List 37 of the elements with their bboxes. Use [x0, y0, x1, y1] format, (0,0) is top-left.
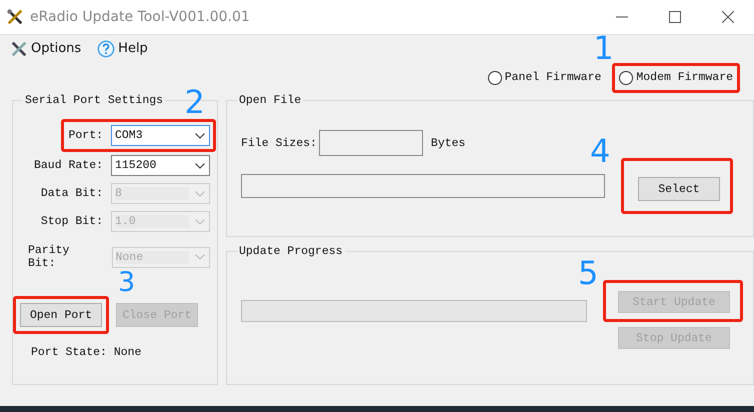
radio-button[interactable]: Modem Firmware [619, 70, 733, 84]
chevron-icon [195, 162, 205, 168]
radio-button[interactable]: Panel Firmware [488, 70, 602, 84]
callout-number: 3 [118, 272, 136, 295]
field-label: Parity Bit: [28, 244, 70, 270]
maximize-icon[interactable] [669, 11, 681, 23]
file-size-field[interactable] [318, 130, 423, 156]
chevron-icon [195, 190, 205, 196]
window-title: eRadio Update Tool-V001.00.01 [30, 9, 250, 25]
port-button[interactable]: Open Port [20, 303, 102, 327]
menu-item[interactable]: Help [97, 40, 148, 58]
callout-number: 5 [578, 257, 598, 289]
field-label: Port: [68, 129, 103, 142]
unit-label: Bytes [430, 136, 466, 150]
chevron-icon [195, 218, 205, 224]
chevron-icon [195, 132, 205, 138]
help-icon [97, 40, 116, 58]
group-title: Serial Port Settings [24, 94, 164, 107]
group-title: Open File [238, 94, 302, 107]
tools-icon [10, 40, 28, 58]
callout-number: 2 [184, 86, 205, 118]
tools-icon [6, 8, 24, 26]
dropdown[interactable]: 115200 [111, 155, 210, 176]
field-label: Data Bit: [40, 187, 103, 200]
dropdown[interactable]: COM3 [111, 125, 210, 146]
field-label: Baud Rate: [34, 159, 103, 172]
field-label: File Sizes: [241, 136, 317, 150]
menu-item[interactable]: Options [10, 40, 82, 58]
field-label: Stop Bit: [40, 215, 103, 228]
port-state: Port State: None [31, 346, 142, 359]
chevron-icon [195, 254, 205, 260]
select-button[interactable]: Select [638, 177, 720, 201]
close-icon[interactable] [722, 11, 734, 23]
callout-number: 4 [590, 135, 610, 167]
file-path-field[interactable] [241, 174, 605, 198]
group-title: Update Progress [238, 245, 344, 258]
callout-number: 1 [593, 32, 614, 64]
